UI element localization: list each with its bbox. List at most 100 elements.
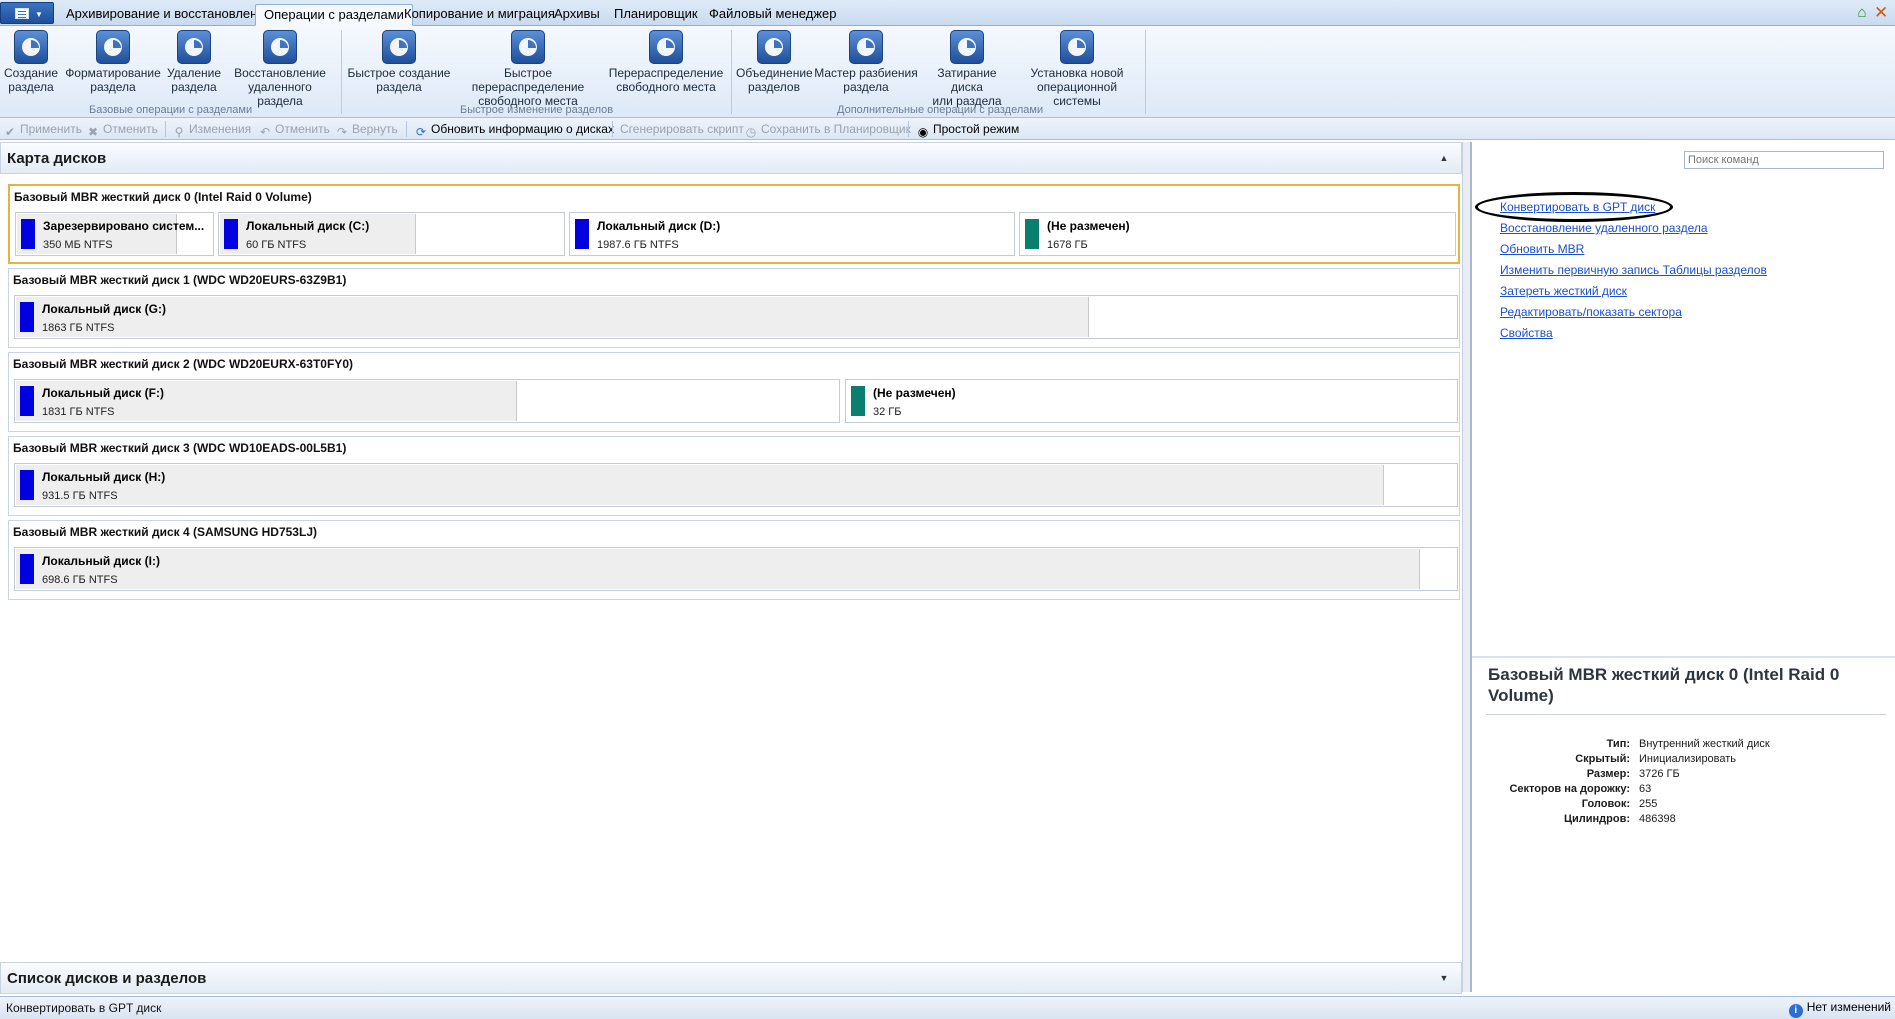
rebuild-mbr-link[interactable]: Обновить MBR bbox=[1500, 242, 1584, 256]
partition-g[interactable]: Локальный диск (G:) 1863 ГБ NTFS bbox=[14, 295, 1458, 339]
app-menu-button[interactable]: ▼ bbox=[0, 2, 54, 24]
disk-name: Базовый MBR жесткий диск 1 (WDC WD20EURS… bbox=[13, 273, 347, 287]
toolbar-separator bbox=[165, 121, 166, 137]
disk-row-1[interactable]: Базовый MBR жесткий диск 1 (WDC WD20EURS… bbox=[8, 268, 1460, 348]
cross-icon: ✖ bbox=[87, 125, 99, 139]
disk-row-2[interactable]: Базовый MBR жесткий диск 2 (WDC WD20EURX… bbox=[8, 352, 1460, 432]
partition-h[interactable]: Локальный диск (H:) 931.5 ГБ NTFS bbox=[14, 463, 1458, 507]
partition-unallocated[interactable]: (Не размечен) 1678 ГБ bbox=[1019, 212, 1456, 256]
install-os-button[interactable]: Установка новой операционной системы bbox=[1015, 30, 1139, 108]
status-bar: Конвертировать в GPT диск i Нет изменений bbox=[0, 996, 1895, 1019]
prop-row: Скрытый: Инициализировать bbox=[1575, 753, 1737, 765]
disk-map-panel: Карта дисков ▲ Базовый MBR жесткий диск … bbox=[0, 142, 1462, 994]
recover-partition-button[interactable]: Восстановление удаленного раздела bbox=[226, 30, 334, 108]
clock-icon: ◷ bbox=[745, 125, 757, 139]
merge-partitions-button[interactable]: Объединение разделов bbox=[736, 30, 813, 102]
partition-c[interactable]: Локальный диск (C:) 60 ГБ NTFS bbox=[218, 212, 565, 256]
prop-row: Секторов на дорожку: 63 bbox=[1509, 783, 1652, 795]
properties-link[interactable]: Свойства bbox=[1500, 326, 1553, 340]
undo-button[interactable]: ↶ Отменить bbox=[258, 121, 330, 139]
disk-name: Базовый MBR жесткий диск 4 (SAMSUNG HD75… bbox=[13, 525, 317, 539]
status-text: Конвертировать в GPT диск bbox=[6, 1001, 162, 1015]
create-partition-button[interactable]: Создание раздела bbox=[2, 30, 60, 102]
prop-row: Цилиндров: 486398 bbox=[1563, 813, 1676, 825]
quick-redistribute-icon bbox=[511, 30, 545, 64]
home-icon[interactable]: ⌂ bbox=[1854, 5, 1870, 21]
tab-partition-operations[interactable]: Операции с разделами bbox=[255, 4, 413, 26]
undo-icon: ↶ bbox=[259, 125, 271, 139]
quick-create-partition-button[interactable]: Быстрое создание раздела bbox=[347, 30, 451, 102]
disk-row-4[interactable]: Базовый MBR жесткий диск 4 (SAMSUNG HD75… bbox=[8, 520, 1460, 600]
tab-backup-restore[interactable]: Архивирование и восстановление bbox=[58, 4, 280, 26]
toolbar-separator bbox=[908, 121, 909, 137]
partition-f[interactable]: Локальный диск (F:) 1831 ГБ NTFS bbox=[14, 379, 840, 423]
partition-d[interactable]: Локальный диск (D:) 1987.6 ГБ NTFS bbox=[569, 212, 1015, 256]
collapse-up-icon[interactable]: ▲ bbox=[1433, 147, 1455, 169]
edit-partition-table-link[interactable]: Изменить первичную запись Таблицы раздел… bbox=[1500, 263, 1767, 277]
redistribute-space-button[interactable]: Перераспределение свободного места bbox=[606, 30, 726, 102]
edit-sectors-link[interactable]: Редактировать/показать сектора bbox=[1500, 305, 1682, 319]
quick-redistribute-button[interactable]: Быстрое перераспределение свободного мес… bbox=[452, 30, 604, 108]
generate-script-button[interactable]: Сгенерировать скрипт bbox=[620, 121, 744, 137]
partition-reserved[interactable]: Зарезервировано систем... 350 МБ NTFS bbox=[15, 212, 214, 256]
partition-color-bar bbox=[20, 302, 34, 332]
disk-row-0[interactable]: Базовый MBR жесткий диск 0 (Intel Raid 0… bbox=[8, 184, 1460, 264]
format-partition-button[interactable]: Форматирование раздела bbox=[65, 30, 161, 102]
simple-mode-button[interactable]: ◉ Простой режим bbox=[916, 121, 1020, 139]
chevron-down-icon: ▼ bbox=[35, 10, 43, 19]
ribbon-panel: Создание раздела Форматирование раздела … bbox=[0, 26, 1895, 118]
info-icon: i bbox=[1788, 1004, 1803, 1018]
partition-color-bar bbox=[21, 219, 35, 249]
recover-deleted-partition-link[interactable]: Восстановление удаленного раздела bbox=[1500, 221, 1708, 235]
ribbon-group-label: Дополнительные операции с разделами bbox=[837, 104, 1044, 116]
command-search-input[interactable] bbox=[1684, 151, 1884, 169]
simple-mode-icon: ◉ bbox=[917, 125, 929, 139]
merge-partitions-icon bbox=[757, 30, 791, 64]
tab-scheduler[interactable]: Планировщик bbox=[606, 4, 706, 26]
partition-unallocated[interactable]: (Не размечен) 32 ГБ bbox=[845, 379, 1458, 423]
toolbar-separator bbox=[406, 121, 407, 137]
ribbon-group-separator bbox=[731, 30, 732, 114]
split-wizard-icon bbox=[849, 30, 883, 64]
expand-down-icon[interactable]: ▼ bbox=[1433, 967, 1455, 989]
tab-copy-migration[interactable]: Копирование и миграция bbox=[396, 4, 563, 26]
status-changes: i Нет изменений bbox=[1788, 1000, 1891, 1018]
save-to-scheduler-button[interactable]: ◷ Сохранить в Планировщик bbox=[744, 121, 911, 139]
prop-row: Тип: Внутренний жесткий диск bbox=[1606, 738, 1770, 750]
properties-title: Базовый MBR жесткий диск 0 (Intel Raid 0… bbox=[1488, 665, 1840, 705]
disk-row-3[interactable]: Базовый MBR жесткий диск 3 (WDC WD10EADS… bbox=[8, 436, 1460, 516]
prop-row: Размер: 3726 ГБ bbox=[1586, 768, 1680, 780]
ribbon-group-separator bbox=[341, 30, 342, 114]
install-os-icon bbox=[1060, 30, 1094, 64]
redo-icon: ↷ bbox=[336, 125, 348, 139]
split-wizard-button[interactable]: Мастер разбиения раздела bbox=[814, 30, 918, 102]
ribbon-tab-bar: ▼ Архивирование и восстановление Операци… bbox=[0, 0, 1895, 26]
tab-archives[interactable]: Архивы bbox=[546, 4, 608, 26]
partition-usage-fill bbox=[16, 465, 1384, 505]
ribbon-group-label: Быстрое изменение разделов bbox=[460, 104, 614, 116]
checkmark-icon: ✔ bbox=[4, 125, 16, 139]
properties-rule bbox=[1486, 714, 1886, 715]
ribbon-group-separator bbox=[1145, 30, 1146, 114]
pending-changes-button[interactable]: ⚲ Изменения bbox=[172, 121, 252, 139]
disk-list-header[interactable]: Список дисков и разделов ▼ bbox=[0, 962, 1462, 994]
tab-file-manager[interactable]: Файловый менеджер bbox=[701, 4, 845, 26]
partition-i[interactable]: Локальный диск (I:) 698.6 ГБ NTFS bbox=[14, 547, 1458, 591]
delete-partition-button[interactable]: Удаление раздела bbox=[163, 30, 225, 102]
panel-splitter[interactable] bbox=[1462, 142, 1472, 992]
redistribute-icon bbox=[649, 30, 683, 64]
discard-button[interactable]: ✖ Отменить bbox=[86, 121, 158, 139]
partition-manager-window: ▼ Архивирование и восстановление Операци… bbox=[0, 0, 1895, 1019]
disk-name: Базовый MBR жесткий диск 2 (WDC WD20EURX… bbox=[13, 357, 353, 371]
refresh-disks-button[interactable]: ⟳ Обновить информацию о дисках bbox=[414, 121, 614, 139]
menu-icon bbox=[15, 8, 29, 19]
close-icon[interactable]: ✕ bbox=[1874, 4, 1890, 22]
magnifier-icon: ⚲ bbox=[174, 125, 184, 139]
partition-color-bar bbox=[20, 554, 34, 584]
wipe-disk-button[interactable]: Затирание диска или раздела bbox=[920, 30, 1014, 108]
wipe-hard-disk-link[interactable]: Затереть жесткий диск bbox=[1500, 284, 1627, 298]
convert-to-gpt-link[interactable]: Конвертировать в GPT диск bbox=[1500, 200, 1655, 214]
redo-button[interactable]: ↷ Вернуть bbox=[335, 121, 398, 139]
disk-list-title: Список дисков и разделов bbox=[7, 970, 207, 987]
apply-button[interactable]: ✔ Применить bbox=[3, 121, 82, 139]
